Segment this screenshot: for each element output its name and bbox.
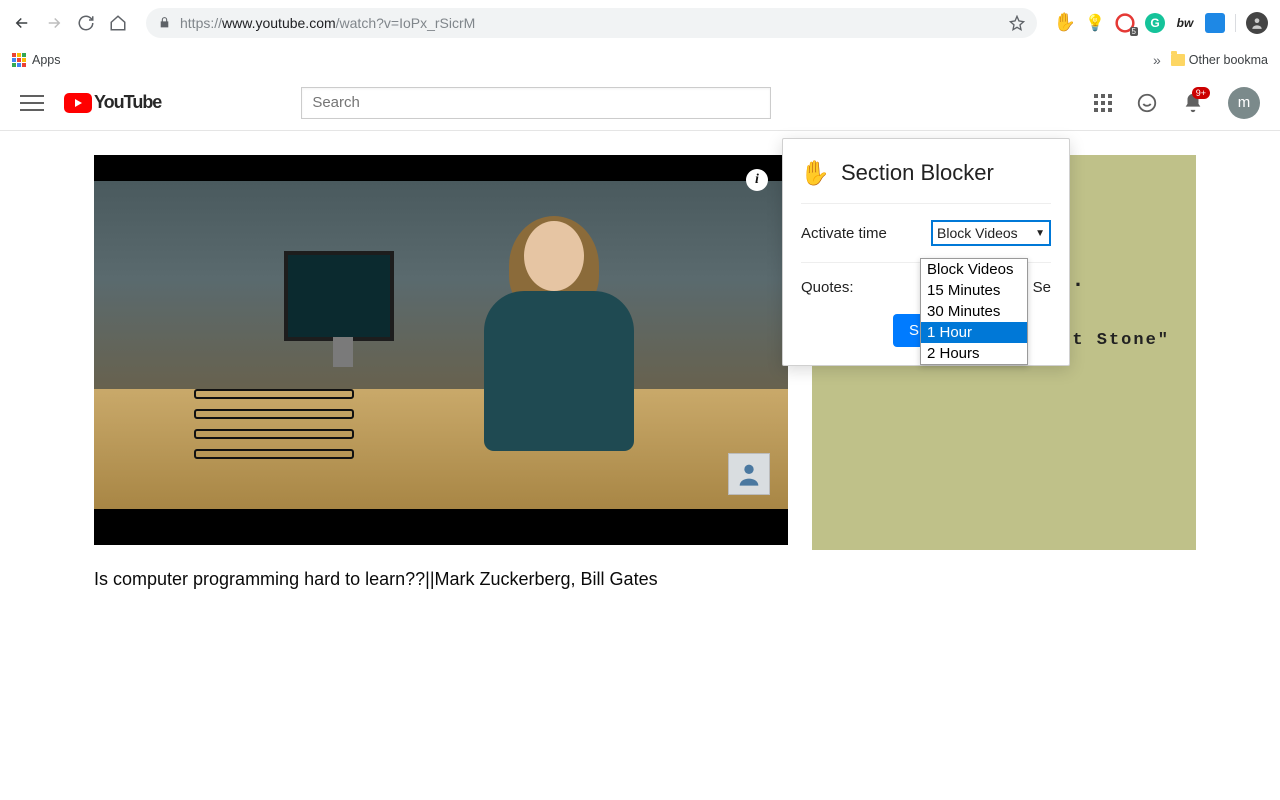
ext-icon-2[interactable]: 💡: [1085, 13, 1105, 33]
lock-icon: [158, 16, 172, 30]
account-avatar[interactable]: m: [1228, 87, 1260, 119]
video-thumbnail-scene: [94, 181, 788, 509]
ext-icon-bw[interactable]: bw: [1175, 13, 1195, 33]
radio-label-right-trunc: e: [1043, 279, 1051, 296]
activate-time-select[interactable]: Block Videos ▼: [931, 220, 1051, 246]
youtube-play-icon: [64, 93, 92, 113]
youtube-header: YouTube 9+ m: [0, 75, 1280, 131]
video-info-icon[interactable]: i: [746, 169, 768, 191]
dropdown-option[interactable]: 15 Minutes: [921, 280, 1027, 301]
apps-icon[interactable]: [1094, 94, 1112, 112]
profile-avatar-icon[interactable]: [1246, 12, 1268, 34]
extension-icons: ✋ 💡 5 G bw: [1055, 12, 1268, 34]
activate-time-label: Activate time: [801, 225, 931, 242]
activate-time-dropdown: Block Videos 15 Minutes 30 Minutes 1 Hou…: [920, 258, 1028, 365]
apps-shortcut[interactable]: Apps: [12, 53, 61, 67]
url-text: https://www.youtube.com/watch?v=IoPx_rSi…: [180, 15, 1001, 31]
section-blocker-ext-icon[interactable]: ✋: [1055, 13, 1075, 33]
select-value: Block Videos: [937, 225, 1018, 241]
apps-label: Apps: [32, 53, 61, 67]
notifications-button[interactable]: 9+: [1182, 92, 1204, 114]
search-container: [301, 87, 921, 119]
activate-time-row: Activate time Block Videos ▼: [783, 210, 1069, 256]
bookmark-star-icon[interactable]: [1009, 15, 1025, 31]
dropdown-option-selected[interactable]: 1 Hour: [921, 322, 1027, 343]
radio-label-left: S: [1033, 279, 1043, 296]
home-button[interactable]: [108, 13, 128, 33]
menu-button[interactable]: [20, 91, 44, 115]
youtube-logo[interactable]: YouTube: [64, 92, 161, 113]
video-player[interactable]: i: [94, 155, 788, 545]
popup-title: Section Blocker: [841, 160, 994, 186]
forward-button[interactable]: [44, 13, 64, 33]
divider: [801, 203, 1051, 204]
toolbar-separator: [1235, 14, 1236, 32]
messages-icon[interactable]: [1136, 92, 1158, 114]
address-bar[interactable]: https://www.youtube.com/watch?v=IoPx_rSi…: [146, 8, 1037, 38]
video-title: Is computer programming hard to learn??|…: [94, 569, 788, 590]
youtube-wordmark: YouTube: [94, 92, 161, 113]
popup-header: ✋ Section Blocker: [783, 139, 1069, 197]
apps-grid-icon: [12, 53, 26, 67]
grammarly-ext-icon[interactable]: G: [1145, 13, 1165, 33]
video-column: i Is computer programming hard to learn?…: [94, 155, 788, 590]
ext-icon-6[interactable]: [1205, 13, 1225, 33]
chevron-down-icon: ▼: [1035, 228, 1045, 239]
page-content: i Is computer programming hard to learn?…: [0, 131, 1280, 590]
folder-icon: [1171, 54, 1185, 66]
dropdown-option[interactable]: 30 Minutes: [921, 301, 1027, 322]
back-button[interactable]: [12, 13, 32, 33]
bookmarks-bar: Apps » Other bookma: [0, 45, 1280, 75]
notification-badge: 9+: [1192, 87, 1210, 99]
dropdown-option[interactable]: 2 Hours: [921, 343, 1027, 364]
search-input[interactable]: [301, 87, 771, 119]
reload-button[interactable]: [76, 13, 96, 33]
ext-badge: 5: [1130, 27, 1138, 36]
other-bookmarks[interactable]: Other bookma: [1171, 53, 1268, 67]
bookmarks-overflow-icon[interactable]: »: [1153, 52, 1161, 68]
section-blocker-logo-icon: ✋: [801, 159, 829, 187]
other-bookmarks-label: Other bookma: [1189, 53, 1268, 67]
dropdown-option[interactable]: Block Videos: [921, 259, 1027, 280]
channel-watermark[interactable]: [728, 453, 770, 495]
browser-toolbar: https://www.youtube.com/watch?v=IoPx_rSi…: [0, 0, 1280, 45]
ext-icon-3[interactable]: 5: [1115, 13, 1135, 33]
